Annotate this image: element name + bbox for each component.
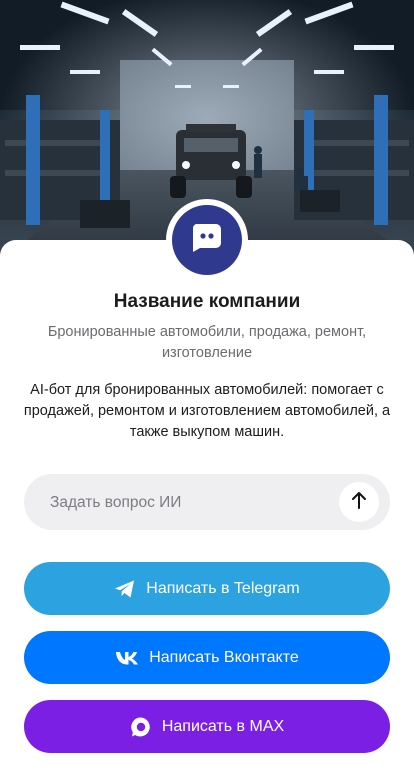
- vk-icon: [115, 651, 139, 665]
- max-button[interactable]: Написать в MAX: [24, 700, 390, 753]
- avatar: [172, 205, 242, 275]
- arrow-up-icon: [351, 491, 367, 514]
- max-icon: [130, 716, 152, 738]
- company-subtitle: Бронированные автомобили, продажа, ремон…: [47, 324, 367, 361]
- company-name: Название компании: [113, 291, 301, 312]
- ask-ai-input[interactable]: [48, 474, 342, 532]
- telegram-icon: [114, 579, 136, 599]
- chat-bot-icon: [191, 223, 223, 258]
- avatar-ring: [166, 199, 248, 281]
- vk-button[interactable]: Написать Вконтакте: [24, 631, 390, 684]
- send-button[interactable]: [339, 482, 379, 522]
- max-button-label: Написать в MAX: [161, 717, 285, 735]
- ask-ai-box: [24, 474, 390, 532]
- telegram-button[interactable]: Написать в Telegram: [24, 562, 390, 615]
- company-description: AI-бот для бронированных автомобилей: по…: [23, 382, 391, 440]
- vk-button-label: Написать Вконтакте: [149, 648, 299, 666]
- telegram-button-label: Написать в Telegram: [146, 579, 300, 597]
